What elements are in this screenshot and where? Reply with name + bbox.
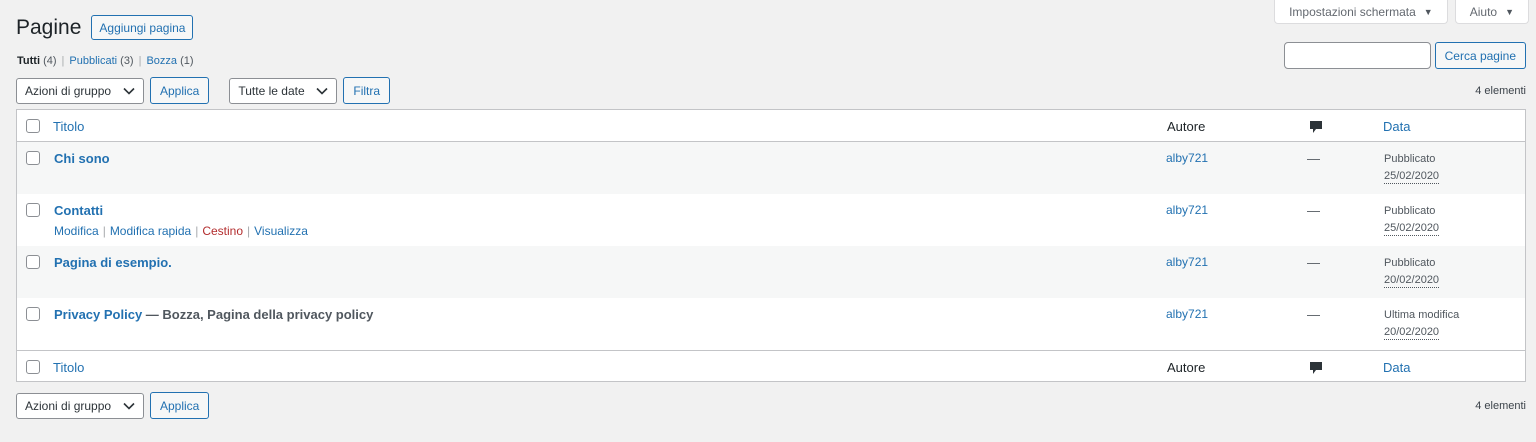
search-input[interactable] [1283,42,1431,69]
table-row: Privacy Policy — Bozza, Pagina della pri… [17,298,1525,350]
select-all-checkbox[interactable] [26,119,40,133]
bulk-action-select[interactable]: Azioni di gruppo [16,392,144,419]
row-date: Pubblicato 25/02/2020 [1384,151,1440,185]
table-footer: Titolo Autore Data [17,350,1525,382]
row-state: — Bozza, Pagina della privacy policy [142,307,374,322]
row-date: Pubblicato 20/02/2020 [1384,255,1440,289]
column-author: Autore [1167,119,1206,134]
trash-link[interactable]: Cestino [202,224,243,238]
column-author: Autore [1167,360,1206,375]
row-checkbox[interactable] [26,255,40,269]
chevron-down-icon [123,87,135,95]
separator: | [102,224,106,238]
row-date-value: 20/02/2020 [1384,326,1440,340]
table-header: Titolo Autore Data [17,110,1525,142]
row-author[interactable]: alby721 [1166,151,1208,165]
column-title-sort[interactable]: Titolo [53,119,84,134]
table-row: Contatti Modifica | Modifica rapida | Ce… [17,194,1525,246]
row-title[interactable]: Contatti [54,203,103,218]
row-author[interactable]: alby721 [1166,203,1208,217]
row-checkbox[interactable] [26,151,40,165]
select-all-checkbox[interactable] [26,360,40,374]
screen-options-tab[interactable]: Impostazioni schermata ▼ [1274,0,1448,24]
row-comments: — [1307,307,1320,322]
filter-button[interactable]: Filtra [343,77,391,104]
separator: | [61,55,65,67]
filter-all-label: Tutti [17,55,41,67]
comment-bubble-icon[interactable] [1310,119,1322,135]
row-author[interactable]: alby721 [1166,307,1208,321]
row-title[interactable]: Pagina di esempio. [54,255,172,270]
items-count: 4 elementi [1475,399,1526,412]
apply-button[interactable]: Applica [150,77,210,104]
date-filter-select[interactable]: Tutte le date [229,77,338,104]
row-checkbox[interactable] [26,307,40,321]
filter-published-count: (3) [120,55,134,67]
filter-draft-label: Bozza [146,55,178,67]
bulk-action-select[interactable]: Azioni di gruppo [16,77,144,104]
help-label: Aiuto [1469,4,1498,19]
column-title-sort[interactable]: Titolo [53,360,84,375]
chevron-down-icon [123,402,135,410]
separator: | [138,55,142,67]
row-checkbox[interactable] [26,203,40,217]
tablenav-bottom: Azioni di gruppo Applica 4 elementi [16,392,1526,419]
row-title-link[interactable]: Contatti [54,203,103,218]
search-pages-button[interactable]: Cerca pagine [1434,42,1526,69]
add-page-button[interactable]: Aggiungi pagina [91,15,194,40]
items-count: 4 elementi [1475,84,1526,97]
row-comments: — [1307,151,1320,166]
search-box: Cerca pagine [1283,42,1526,69]
view-link[interactable]: Visualizza [254,224,308,238]
column-date-sort[interactable]: Data [1383,119,1410,134]
table-row: Chi sono alby721 — Pubblicato 25/02/2020 [17,142,1525,194]
row-actions: Modifica | Modifica rapida | Cestino | V… [54,224,308,238]
row-comments: — [1307,255,1320,270]
row-title-link[interactable]: Chi sono [54,151,110,166]
row-date-value: 25/02/2020 [1384,222,1440,236]
caret-down-icon: ▼ [1505,6,1514,17]
row-status: Pubblicato [1384,257,1436,269]
row-date: Pubblicato 25/02/2020 [1384,203,1440,237]
row-date-value: 25/02/2020 [1384,170,1440,184]
date-filter-value: Tutte le date [238,83,305,98]
filter-all[interactable]: Tutti (4) [17,55,57,67]
screen-meta-tabs: Impostazioni schermata ▼ Aiuto ▼ [1274,0,1529,24]
pages-table: Titolo Autore Data Chi sono alby721 — Pu… [16,109,1526,382]
row-status: Pubblicato [1384,205,1436,217]
filter-published-label: Pubblicati [69,55,118,67]
page-header: Pagine Aggiungi pagina [16,15,194,40]
chevron-down-icon [316,87,328,95]
row-title[interactable]: Privacy Policy — Bozza, Pagina della pri… [54,307,373,322]
row-date-value: 20/02/2020 [1384,274,1440,288]
row-title-link[interactable]: Pagina di esempio. [54,255,172,270]
column-date-sort[interactable]: Data [1383,360,1410,375]
row-title[interactable]: Chi sono [54,151,110,166]
filter-published[interactable]: Pubblicati (3) [69,55,133,67]
row-status: Pubblicato [1384,153,1436,165]
separator: | [247,224,251,238]
help-tab[interactable]: Aiuto ▼ [1454,0,1529,24]
page-title: Pagine [16,15,82,39]
caret-down-icon: ▼ [1423,6,1433,17]
tablenav-top: Azioni di gruppo Applica Tutte le date F… [16,77,1526,104]
apply-button[interactable]: Applica [150,392,210,419]
filter-draft-count: (1) [180,55,194,67]
bulk-action-value: Azioni di gruppo [25,83,112,98]
filter-all-count: (4) [43,55,57,67]
edit-link[interactable]: Modifica [54,224,99,238]
table-row: Pagina di esempio. alby721 — Pubblicato 2… [17,246,1525,298]
row-comments: — [1307,203,1320,218]
row-author[interactable]: alby721 [1166,255,1208,269]
filter-draft[interactable]: Bozza (1) [146,55,193,67]
quick-edit-link[interactable]: Modifica rapida [110,224,191,238]
comment-bubble-icon[interactable] [1310,360,1322,376]
row-status: Ultima modifica [1384,309,1460,321]
row-title-link[interactable]: Privacy Policy [54,307,142,322]
row-date: Ultima modifica 20/02/2020 [1384,307,1459,341]
bulk-action-value: Azioni di gruppo [25,398,112,413]
separator: | [195,224,199,238]
status-filters: Tutti (4) | Pubblicati (3) | Bozza (1) [17,55,194,67]
screen-options-label: Impostazioni schermata [1289,4,1416,19]
